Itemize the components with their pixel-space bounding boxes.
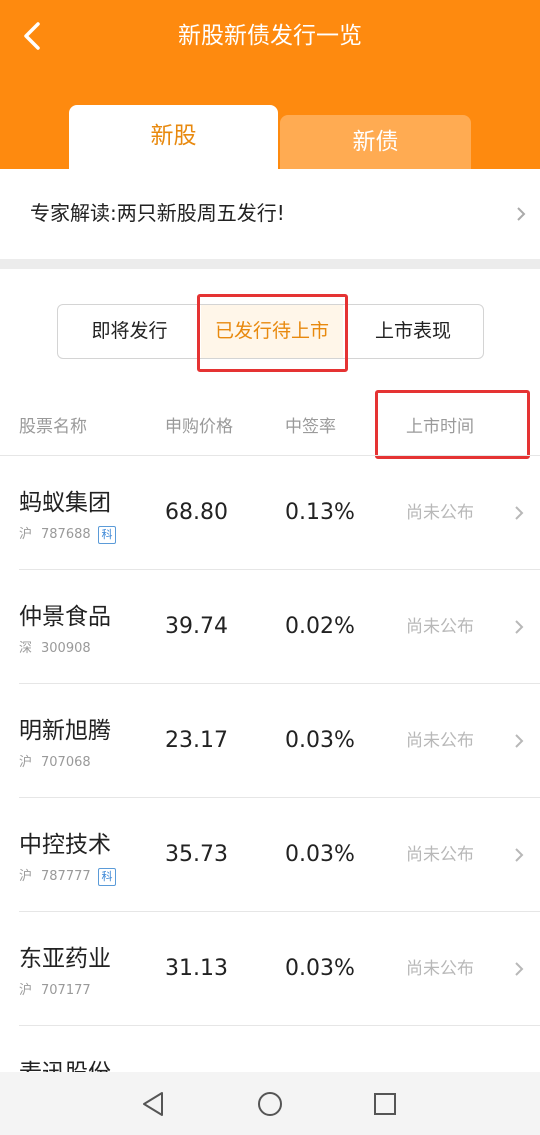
subscription-price: 39.74 xyxy=(165,614,228,639)
table-row[interactable]: 仲景食品 深 300908 39.74 0.02% 尚未公布 xyxy=(0,570,540,684)
home-circle-icon[interactable] xyxy=(254,1088,286,1120)
stock-name: 中控技术 xyxy=(19,832,111,858)
recents-square-icon[interactable] xyxy=(369,1088,401,1120)
tab-new-stock[interactable]: 新股 xyxy=(69,105,278,169)
tab-new-bond[interactable]: 新债 xyxy=(280,115,471,169)
stock-code: 787777 xyxy=(41,869,91,884)
subscription-price: 23.17 xyxy=(165,728,228,753)
market-label: 深 xyxy=(19,641,33,656)
star-market-badge: 科 xyxy=(98,868,116,886)
subscription-price: 68.80 xyxy=(165,500,228,525)
back-triangle-icon[interactable] xyxy=(138,1088,170,1120)
section-divider xyxy=(0,259,540,269)
stock-name: 蚂蚁集团 xyxy=(19,490,111,516)
subscription-price: 31.13 xyxy=(165,956,228,981)
stock-name: 仲景食品 xyxy=(19,604,111,630)
listing-time: 尚未公布 xyxy=(406,503,474,523)
listing-time: 尚未公布 xyxy=(406,845,474,865)
header-bar: 新股新债发行一览 新股 新债 xyxy=(0,0,540,169)
stock-code: 707177 xyxy=(41,983,91,998)
column-subscription-price: 申购价格 xyxy=(165,417,233,437)
column-stock-name: 股票名称 xyxy=(19,417,87,437)
table-row[interactable]: 东亚药业 沪 707177 31.13 0.03% 尚未公布 xyxy=(0,912,540,1026)
highlight-box-filter xyxy=(197,294,348,372)
chevron-right-icon xyxy=(515,962,524,976)
chevron-right-icon xyxy=(517,207,526,221)
table-row[interactable]: 中控技术 沪 787777 科 35.73 0.03% 尚未公布 xyxy=(0,798,540,912)
table-row[interactable]: 蚂蚁集团 沪 787688 科 68.80 0.13% 尚未公布 xyxy=(0,456,540,570)
stock-code: 787688 xyxy=(41,527,91,542)
banner-text: 专家解读:两只新股周五发行! xyxy=(30,201,285,225)
system-nav-bar xyxy=(0,1072,540,1135)
listing-time: 尚未公布 xyxy=(406,617,474,637)
listing-time: 尚未公布 xyxy=(406,731,474,751)
chevron-right-icon xyxy=(515,506,524,520)
market-label: 沪 xyxy=(19,527,33,542)
chevron-right-icon xyxy=(515,620,524,634)
stock-code: 300908 xyxy=(41,641,91,656)
stock-code: 707068 xyxy=(41,755,91,770)
chevron-right-icon xyxy=(515,848,524,862)
star-market-badge: 科 xyxy=(98,526,116,544)
win-rate: 0.03% xyxy=(285,728,355,753)
win-rate: 0.02% xyxy=(285,614,355,639)
stock-name: 东亚药业 xyxy=(19,946,111,972)
stock-name: 明新旭腾 xyxy=(19,718,111,744)
filter-listing-performance[interactable]: 上市表现 xyxy=(343,305,483,358)
column-win-rate: 中签率 xyxy=(285,417,336,437)
filter-upcoming[interactable]: 即将发行 xyxy=(58,305,201,358)
subscription-price: 35.73 xyxy=(165,842,228,867)
listing-time: 尚未公布 xyxy=(406,959,474,979)
market-label: 沪 xyxy=(19,869,33,884)
market-label: 沪 xyxy=(19,983,33,998)
stock-name: 麦迅股份 xyxy=(19,1056,111,1072)
win-rate: 0.03% xyxy=(285,956,355,981)
win-rate: 0.03% xyxy=(285,842,355,867)
highlight-box-listing-time xyxy=(375,390,530,459)
expert-banner[interactable]: 专家解读:两只新股周五发行! xyxy=(0,169,540,259)
table-row[interactable]: 明新旭腾 沪 707068 23.17 0.03% 尚未公布 xyxy=(0,684,540,798)
page-title: 新股新债发行一览 xyxy=(178,23,362,49)
table-row[interactable]: 麦迅股份 xyxy=(0,1026,540,1072)
market-label: 沪 xyxy=(19,755,33,770)
chevron-right-icon xyxy=(515,734,524,748)
win-rate: 0.13% xyxy=(285,500,355,525)
